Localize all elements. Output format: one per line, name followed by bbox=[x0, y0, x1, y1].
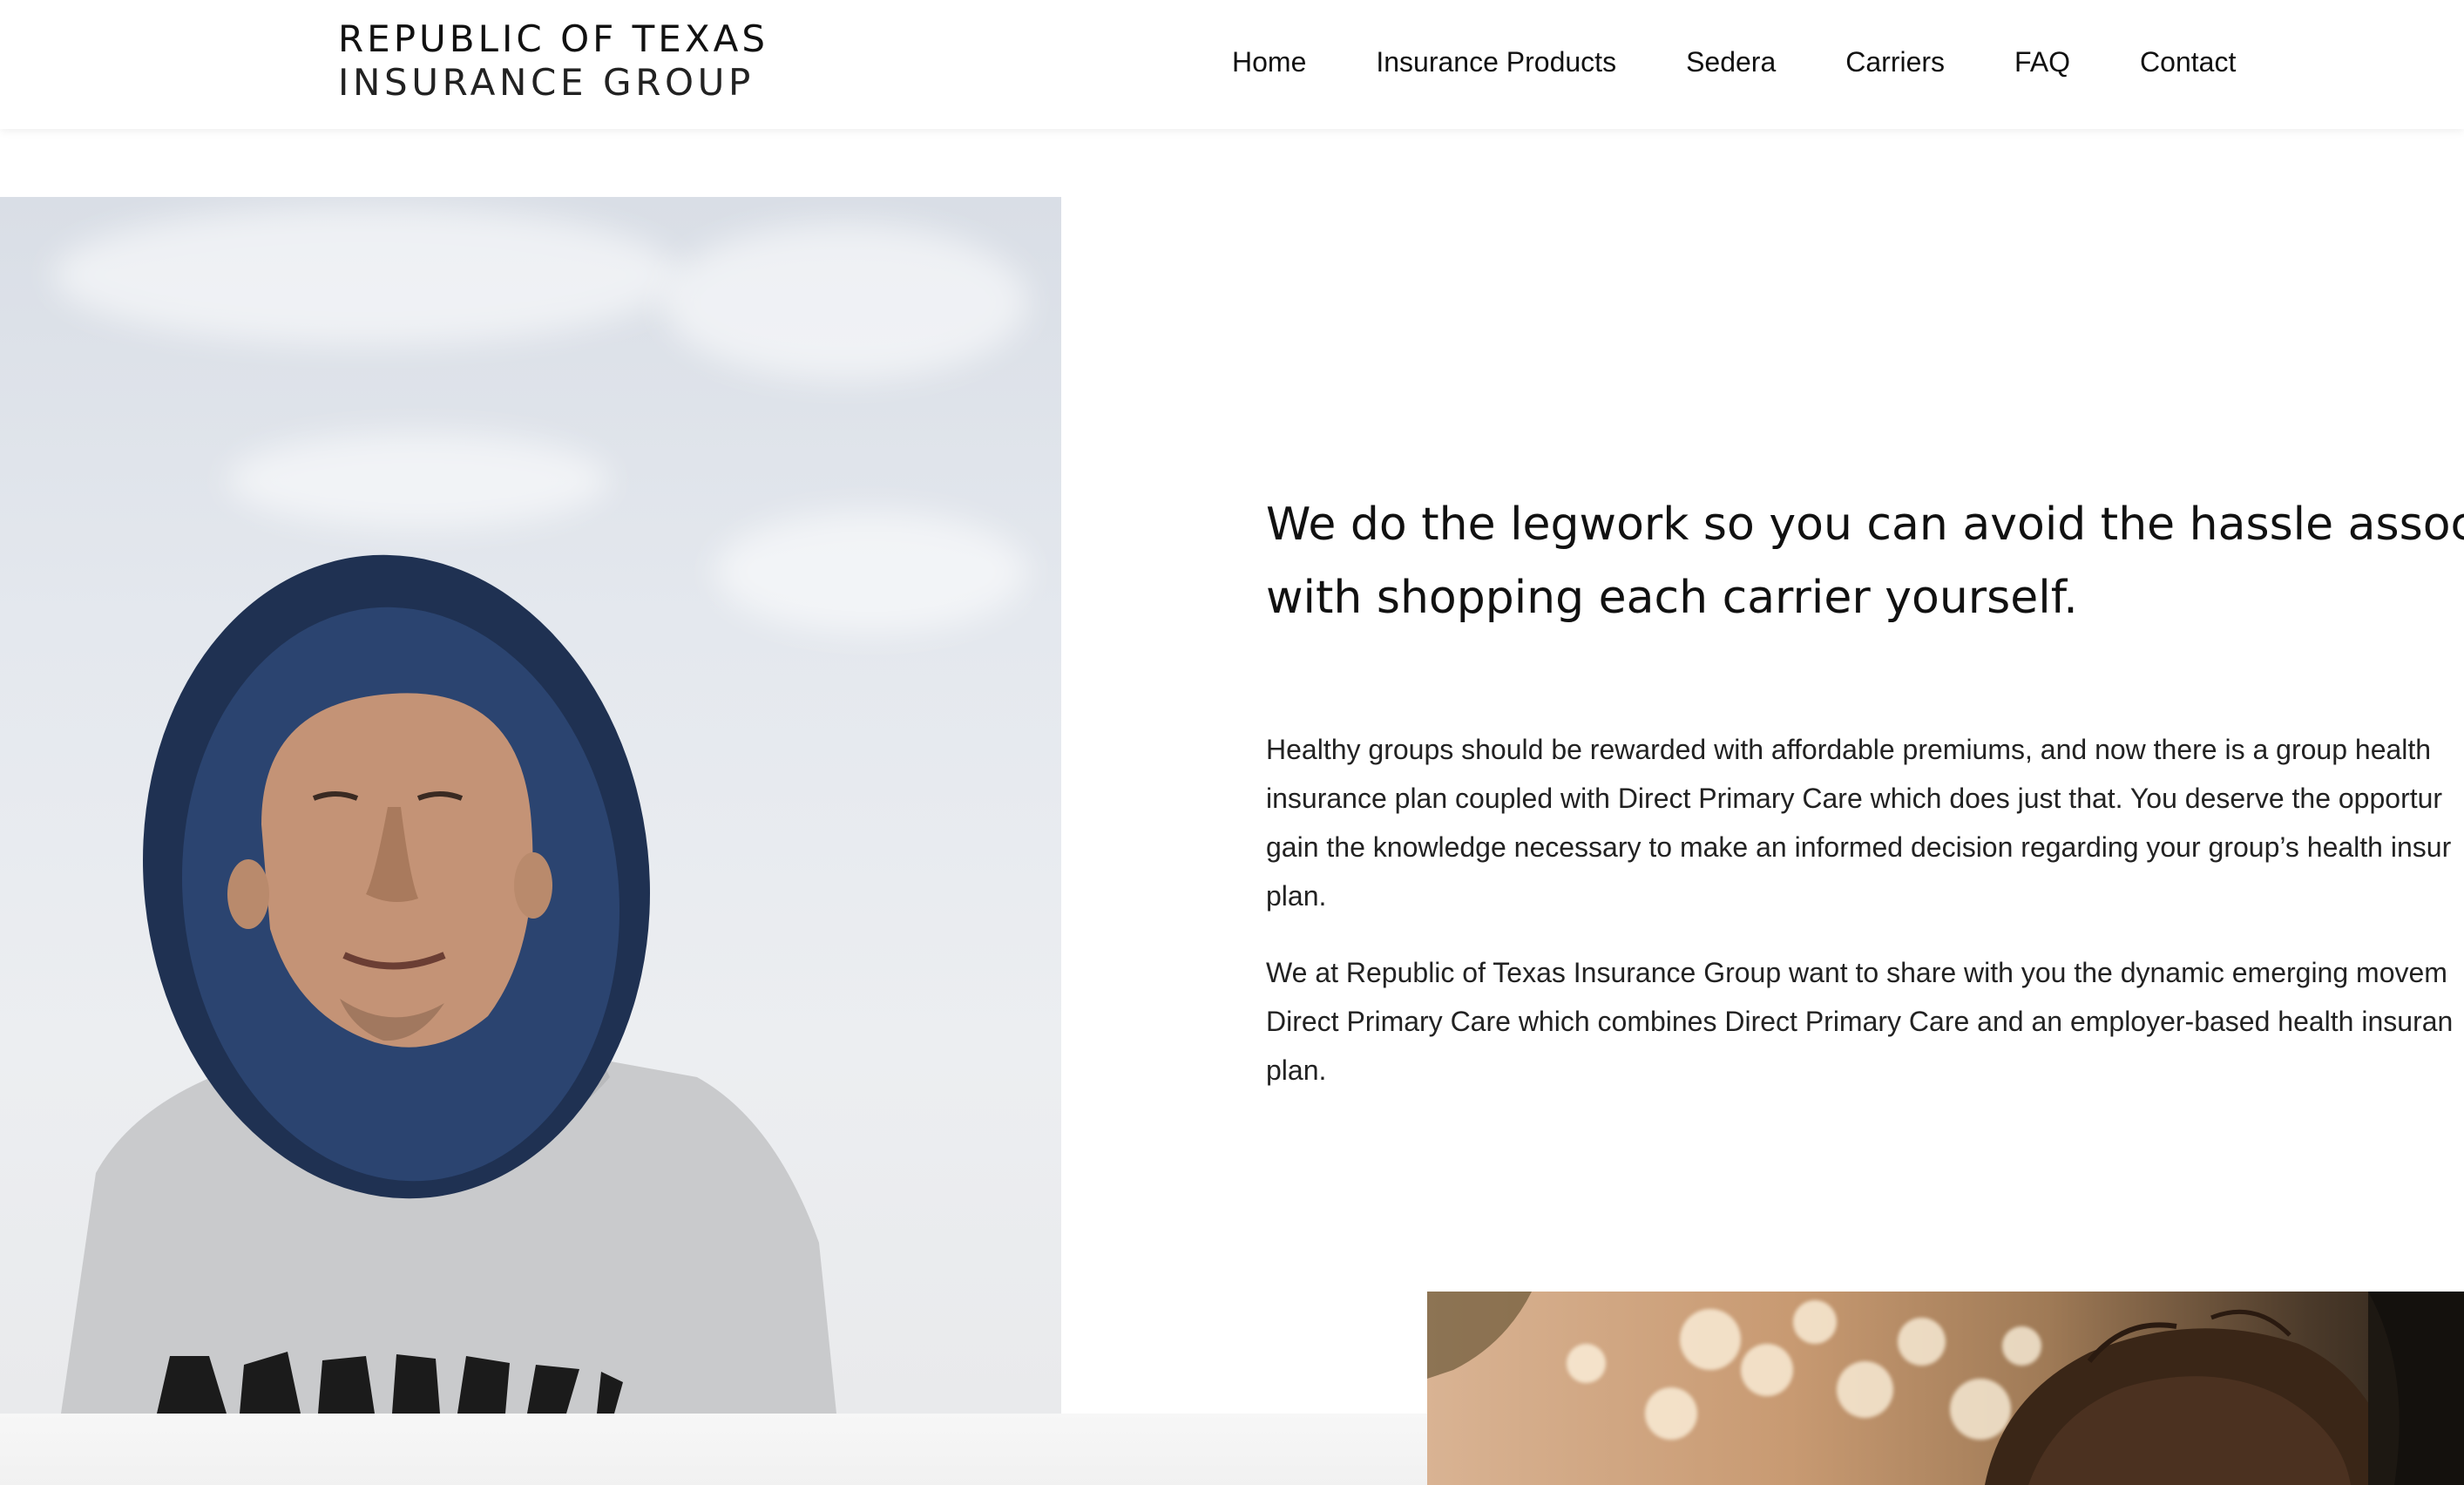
nav-sedera[interactable]: Sedera bbox=[1686, 42, 1776, 82]
intro-paragraph: Healthy groups should be rewarded with a… bbox=[1266, 725, 2464, 920]
headline-line-2: with shopping each carrier yourself. bbox=[1266, 572, 2078, 624]
woman-with-bokeh-lights-photo bbox=[1427, 1292, 2464, 1485]
logo-line-1: REPUBLIC OF TEXAS bbox=[338, 17, 768, 60]
headline-line-1: We do the legwork so you can avoid the h… bbox=[1266, 498, 2464, 551]
nav-home[interactable]: Home bbox=[1232, 42, 1306, 82]
paragraph-line: Healthy groups should be rewarded with a… bbox=[1266, 734, 2432, 765]
site-logo[interactable]: REPUBLIC OF TEXAS INSURANCE GROUP bbox=[338, 17, 768, 105]
paragraph-line: Direct Primary Care which combines Direc… bbox=[1266, 1006, 2454, 1037]
mission-paragraph: We at Republic of Texas Insurance Group … bbox=[1266, 948, 2464, 1095]
nav-carriers[interactable]: Carriers bbox=[1845, 42, 1945, 82]
site-header: REPUBLIC OF TEXAS INSURANCE GROUP Home I… bbox=[0, 0, 2464, 129]
nav-contact[interactable]: Contact bbox=[2140, 42, 2236, 82]
main-nav: Home Insurance Products Sedera Carriers … bbox=[1232, 42, 2236, 82]
hero-content: We do the legwork so you can avoid the h… bbox=[1266, 488, 2464, 1095]
nav-insurance-products[interactable]: Insurance Products bbox=[1376, 42, 1616, 82]
paragraph-line: insurance plan coupled with Direct Prima… bbox=[1266, 783, 2443, 814]
nav-faq[interactable]: FAQ bbox=[2014, 42, 2070, 82]
paragraph-line: plan. bbox=[1266, 1054, 1327, 1086]
logo-line-2: INSURANCE GROUP bbox=[338, 61, 755, 104]
man-in-bucket-hat-photo bbox=[0, 197, 1061, 1414]
paragraph-line: plan. bbox=[1266, 880, 1327, 912]
paragraph-line: We at Republic of Texas Insurance Group … bbox=[1266, 957, 2447, 988]
hero-headline: We do the legwork so you can avoid the h… bbox=[1266, 488, 2464, 634]
paragraph-line: gain the knowledge necessary to make an … bbox=[1266, 831, 2452, 863]
